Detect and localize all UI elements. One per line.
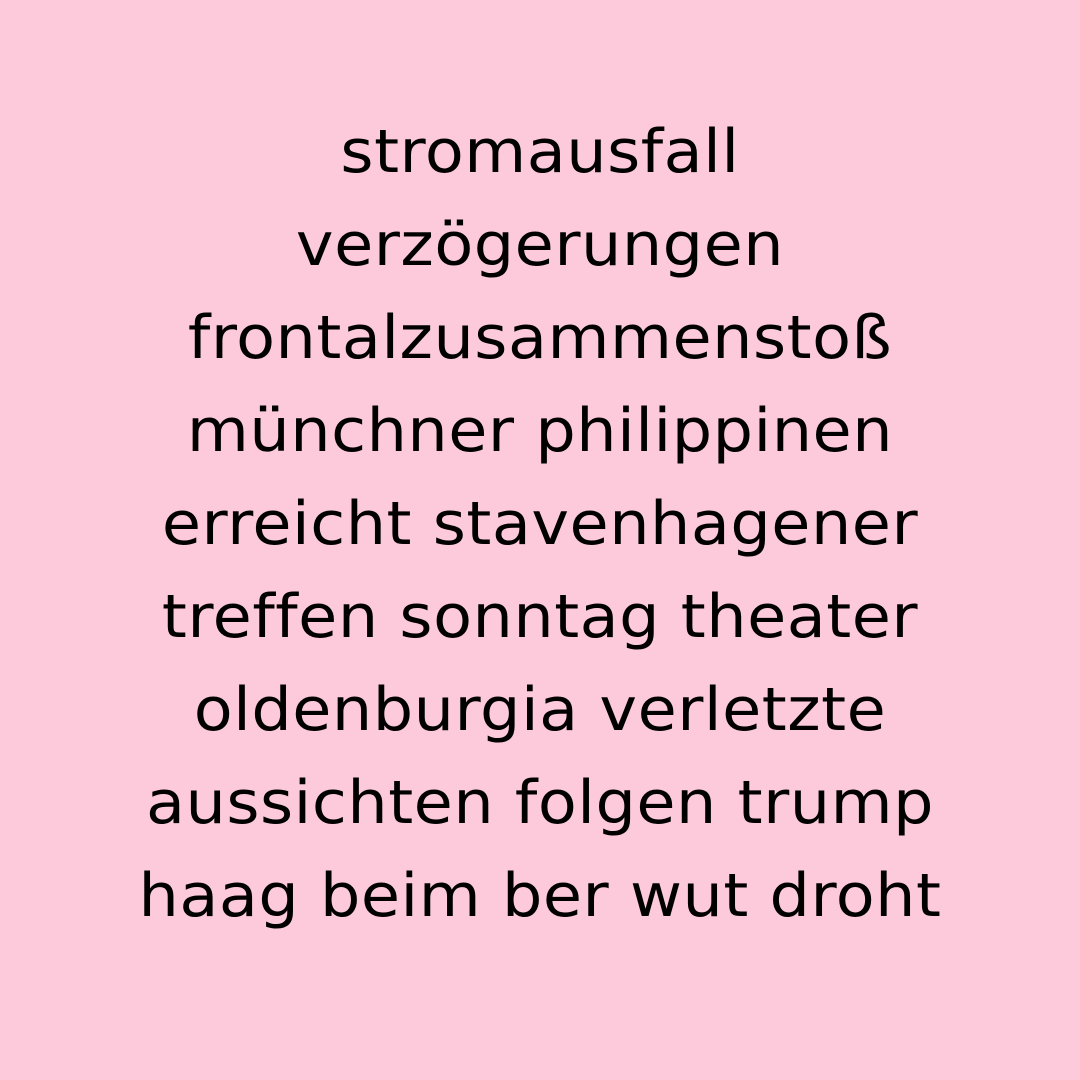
word-list: stromausfall verzögerungen frontalzusamm… [0,113,1080,950]
word-line-5: erreicht stavenhagener [161,489,919,559]
word-line-4: münchner philippinen [186,396,894,466]
word-poster: stromausfall verzögerungen frontalzusamm… [0,0,1080,1080]
word-line-1: stromausfall [340,117,740,187]
word-line-8: aussichten folgen trump [145,768,935,838]
word-line-6: treffen sonntag theater [161,582,919,652]
word-line-2: verzögerungen [295,210,785,280]
word-line-3: frontalzusammenstoß [187,303,893,373]
word-line-9: haag beim ber wut droht [138,861,942,931]
word-line-7: oldenburgia verletzte [193,675,887,745]
